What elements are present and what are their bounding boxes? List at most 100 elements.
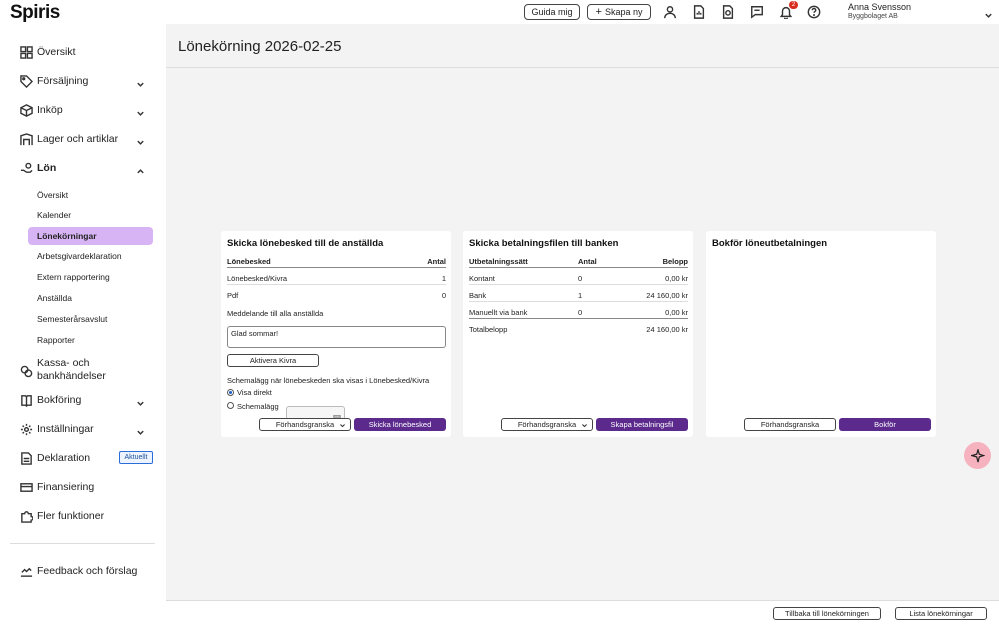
sub-item-lonekorningar[interactable]: Lönekörningar — [37, 229, 97, 243]
chevron-down-icon[interactable] — [136, 105, 145, 116]
sidebar: Översikt Försäljning Inköp Lager och art… — [0, 24, 166, 627]
table-cell: 0 — [578, 274, 583, 283]
page-header: Lönekörning 2026-02-25 — [166, 24, 999, 68]
preview-label: Förhandsgranska — [760, 420, 820, 429]
chevron-down-icon[interactable] — [984, 7, 993, 18]
ai-assistant-button[interactable] — [964, 442, 991, 469]
document-chart-icon[interactable] — [691, 4, 707, 20]
radio-show-direct-label: Visa direkt — [237, 388, 272, 397]
chevron-down-icon[interactable] — [136, 134, 145, 145]
document-icon — [20, 451, 33, 465]
page-title: Lönekörning 2026-02-25 — [178, 38, 342, 55]
feedback-icon — [20, 565, 33, 578]
status-badge: Aktuellt — [119, 451, 153, 464]
column-header: Utbetalningssätt — [469, 257, 528, 266]
sidebar-item-label: Deklaration — [37, 452, 91, 464]
sidebar-item-oversikt[interactable]: Översikt — [20, 42, 76, 62]
puzzle-icon — [20, 510, 33, 523]
chevron-down-icon[interactable] — [136, 424, 145, 435]
help-icon[interactable] — [806, 4, 822, 20]
sub-item-kalender[interactable]: Kalender — [37, 208, 71, 222]
card-payment-file: Skicka betalningsfilen till banken Utbet… — [463, 231, 693, 437]
sub-item-oversikt[interactable]: Översikt — [37, 188, 68, 202]
create-payment-file-button[interactable]: Skapa betalningsfil — [596, 418, 688, 431]
back-to-payroll-button[interactable]: Tillbaka till lönekörningen — [773, 607, 881, 620]
person-icon[interactable] — [662, 4, 678, 20]
chevron-up-icon[interactable] — [136, 163, 145, 174]
sidebar-item-bokforing[interactable]: Bokföring — [20, 390, 81, 410]
sidebar-item-label: Inköp — [37, 104, 63, 116]
sidebar-item-finansiering[interactable]: Finansiering — [20, 477, 94, 497]
total-label: Totalbelopp — [469, 325, 508, 334]
table-cell: 0 — [441, 291, 446, 300]
sidebar-item-label: Kassa- och — [37, 357, 90, 369]
chevron-down-icon[interactable] — [136, 76, 145, 87]
table-divider — [227, 284, 446, 285]
list-payrolls-label: Lista lönekörningar — [909, 609, 973, 618]
grid-icon — [20, 45, 33, 59]
book-button[interactable]: Bokför — [839, 418, 931, 431]
guide-button-label: Guida mig — [531, 7, 573, 17]
create-payment-file-label: Skapa betalningsfil — [610, 420, 674, 429]
sidebar-item-deklaration[interactable]: Deklaration — [20, 448, 90, 468]
table-cell: 0,00 kr — [665, 308, 688, 317]
table-cell: 0 — [578, 308, 583, 317]
user-company: Byggbolaget AB — [848, 13, 898, 20]
message-textarea[interactable]: Glad sommar! — [227, 326, 446, 348]
calendar-icon — [333, 409, 341, 422]
guide-button[interactable]: Guida mig — [524, 4, 580, 20]
app-logo[interactable]: Spiris — [10, 2, 60, 24]
activate-kivra-label: Aktivera Kivra — [249, 356, 297, 365]
create-new-button[interactable]: + Skapa ny — [587, 4, 651, 20]
radio-schedule[interactable] — [227, 402, 234, 409]
sidebar-item-label: Feedback och förslag — [37, 565, 138, 577]
gear-icon — [20, 423, 33, 436]
preview-button[interactable]: Förhandsgranska — [744, 418, 836, 431]
card-title: Bokför löneutbetalningen — [712, 238, 828, 249]
sidebar-item-feedback[interactable]: Feedback och förslag — [20, 561, 137, 581]
sidebar-item-fler-funktioner[interactable]: Fler funktioner — [20, 506, 104, 526]
table-divider — [469, 267, 688, 268]
column-header: Antal — [427, 257, 446, 266]
sub-item-rapporter[interactable]: Rapporter — [37, 333, 75, 347]
table-cell: 24 160,00 kr — [646, 291, 688, 300]
sub-item-semesterarsavslut[interactable]: Semesterårsavslut — [37, 312, 107, 326]
column-header: Antal — [578, 257, 597, 266]
preview-label: Förhandsgranska — [275, 420, 335, 429]
table-divider — [469, 301, 688, 302]
sub-item-arbetsgivardeklaration[interactable]: Arbetsgivardeklaration — [37, 249, 122, 263]
sidebar-item-lager[interactable]: Lager och artiklar — [20, 129, 118, 149]
activate-kivra-button[interactable]: Aktivera Kivra — [227, 354, 319, 367]
chevron-down-icon[interactable] — [136, 395, 145, 406]
bell-icon[interactable]: 2 — [778, 1, 798, 20]
table-cell: 1 — [578, 291, 583, 300]
list-payrolls-button[interactable]: Lista lönekörningar — [895, 607, 987, 620]
sub-item-extern-rapportering[interactable]: Extern rapportering — [37, 270, 110, 284]
radio-show-direct[interactable] — [227, 389, 234, 396]
document-refresh-icon[interactable] — [720, 4, 736, 20]
sub-item-anstallda[interactable]: Anställda — [37, 291, 72, 305]
chevron-down-icon — [339, 422, 346, 429]
send-payslips-button[interactable]: Skicka lönebesked — [354, 418, 446, 431]
back-to-payroll-label: Tillbaka till lönekörningen — [785, 609, 869, 618]
notification-badge: 2 — [789, 1, 798, 9]
sidebar-divider — [10, 543, 155, 544]
sidebar-item-forsaljning[interactable]: Försäljning — [20, 71, 88, 91]
table-cell: Pdf — [227, 291, 239, 300]
sidebar-item-kassa[interactable]: Kassa- och bankhändelser — [20, 357, 106, 385]
tag-icon — [20, 74, 33, 88]
sidebar-item-lon[interactable]: Lön — [20, 158, 56, 178]
table-cell: Kontant — [469, 274, 495, 283]
preview-dropdown-button[interactable]: Förhandsgranska — [501, 418, 593, 431]
send-payslips-label: Skicka lönebesked — [368, 420, 432, 429]
radio-schedule-label: Schemalägg — [237, 402, 279, 411]
sidebar-item-inkop[interactable]: Inköp — [20, 100, 63, 120]
table-cell: Bank — [469, 291, 487, 300]
preview-dropdown-button[interactable]: Förhandsgranska — [259, 418, 351, 431]
book-label: Bokför — [874, 420, 896, 429]
chat-icon[interactable] — [749, 4, 765, 20]
sidebar-item-installningar[interactable]: Inställningar — [20, 419, 94, 439]
user-name[interactable]: Anna Svensson — [848, 2, 911, 12]
main-content: Lönekörning 2026-02-25 Skicka lönebesked… — [166, 24, 999, 600]
sidebar-item-label-line2: bankhändelser — [37, 370, 106, 382]
